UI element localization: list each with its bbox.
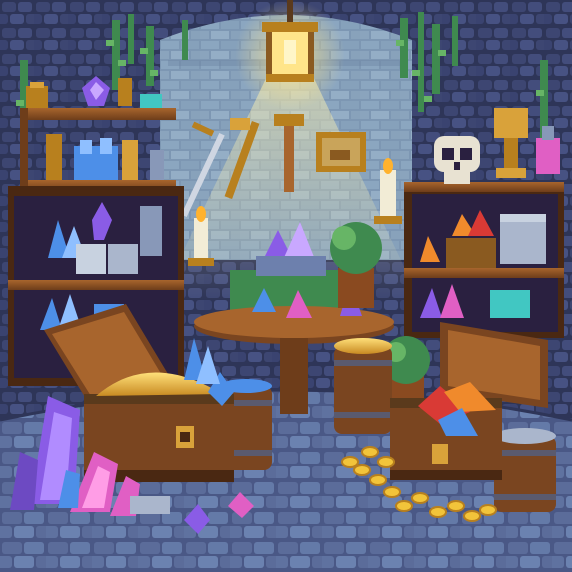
barrel-icon	[494, 428, 556, 512]
right-cabinet	[404, 182, 564, 338]
chalice-icon	[46, 134, 62, 180]
framed-picture-icon	[316, 132, 366, 172]
hanging-lamp-icon	[235, 0, 345, 110]
barrel-icon	[334, 338, 392, 434]
treasure-vault-scene	[0, 0, 572, 572]
